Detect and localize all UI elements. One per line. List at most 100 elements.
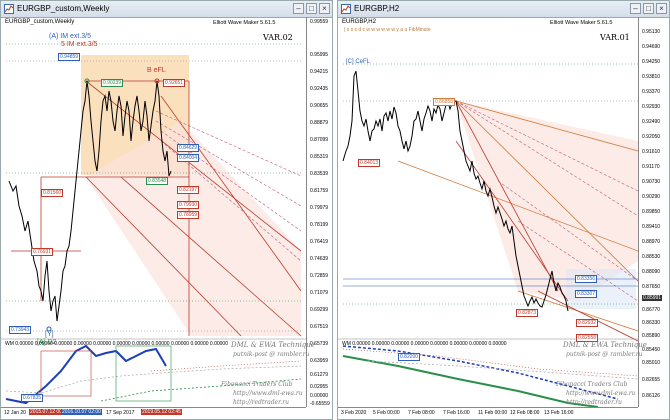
time-tick: 3 Feb 2020 <box>341 410 367 416</box>
level-box[interactable]: 0.78959 <box>177 211 200 219</box>
level-box[interactable]: 0.92651 <box>163 79 186 87</box>
watermark-title: DML & EWA Technique <box>563 341 647 349</box>
wave-label-y: [Y] <box>45 331 54 338</box>
watermark-club: Fibonacci Traders Club <box>221 381 293 388</box>
level-box[interactable]: 0.94859 <box>58 53 81 61</box>
price-tick: 0.89410 <box>642 224 661 230</box>
level-box[interactable]: 0.82197 <box>177 186 200 194</box>
price-tick: 0.92930 <box>642 104 661 110</box>
price-tick: 0.93810 <box>642 74 661 80</box>
price-tick: 0.92490 <box>642 119 661 125</box>
price-tick: 0.74639 <box>310 256 329 262</box>
price-tick: 0.82655 <box>642 377 661 383</box>
price-tick: 0.76419 <box>310 239 329 245</box>
price-tick: 0.79979 <box>310 205 329 211</box>
level-box[interactable]: 0.83307 <box>575 290 598 298</box>
price-tick: 0.81759 <box>310 188 329 194</box>
time-tick: 7 Feb 16:00 <box>443 410 470 416</box>
price-tick: 0.71079 <box>310 290 329 296</box>
price-tick: 0.95130 <box>642 29 661 35</box>
price-tick: 0.86770 <box>642 307 661 313</box>
time-axis: 3 Feb 2020 5 Feb 00:00 7 Feb 08:00 7 Feb… <box>338 407 638 419</box>
level-box[interactable]: 0.83548 <box>146 177 169 185</box>
price-tick: 0.72859 <box>310 273 329 279</box>
chart-window-weekly[interactable]: EURGBP_custom,Weekly – □ × EURGBP_custom… <box>0 0 333 420</box>
watermark-email: putnik-post @ rambler.ru <box>233 351 310 358</box>
price-tick: 0.94215 <box>310 69 329 75</box>
time-tick: 12 Jan 20 <box>4 410 26 416</box>
time-tick: 11 Feb 00:00 <box>478 410 508 416</box>
ewm-label: Elliott Wave Maker 5.61.5 <box>213 20 276 26</box>
price-tick: 0.90290 <box>642 194 661 200</box>
level-box[interactable]: 0.79930 <box>177 201 200 209</box>
wave-label-b: B eFL <box>147 67 166 74</box>
level-box[interactable]: 0.83356 <box>575 275 598 283</box>
price-tick: 0.85010 <box>642 360 661 366</box>
price-tick: -0.65559 <box>310 401 330 407</box>
level-box[interactable]: 0.86858 <box>433 98 456 106</box>
level-box[interactable]: 0.82873 <box>516 309 539 317</box>
price-tick: 0.87099 <box>310 137 329 143</box>
price-tick: 0.92050 <box>642 134 661 140</box>
price-tick: 0.91170 <box>642 164 660 170</box>
chart-window-h2[interactable]: EURGBP,H2 – □ × EURGBP,H2 | s s s d c w … <box>337 0 670 420</box>
wave-label-c: [C] CeFL <box>346 59 371 65</box>
price-tick: 0.94250 <box>642 59 661 65</box>
level-box[interactable]: 0.84013 <box>358 159 381 167</box>
time-highlight: 2019.05.12 02:45 <box>141 409 182 415</box>
watermark-title: DML & EWA Technique <box>231 341 315 349</box>
level-box[interactable]: 0.84629 <box>177 144 200 152</box>
level-box[interactable]: 0.67835 <box>21 394 44 402</box>
price-tick: 0.02955 <box>310 384 329 390</box>
price-tick: 0.63959 <box>310 358 329 364</box>
level-box[interactable]: 0.82200 <box>398 353 421 361</box>
wm-indicator-label: WM 0.00000 0.00000 0.00000 0.00000 0.000… <box>5 341 228 347</box>
watermark-url2: http://redtrader.ru <box>566 399 622 406</box>
level-box[interactable]: 0.82932 <box>576 319 599 327</box>
price-tick: 0.90730 <box>642 179 661 185</box>
time-tick: 5 Feb 00:00 <box>373 410 400 416</box>
price-tick: 0.94690 <box>642 44 661 50</box>
time-tick: 12 Feb 08:00 <box>510 410 540 416</box>
price-tick: 0.87650 <box>642 284 661 290</box>
time-axis: 12 Jan 20 2015.07.12 00:00 2016.10.07 02… <box>1 407 306 419</box>
price-tick: 0.00000 <box>310 393 329 399</box>
level-box[interactable]: 0.81560 <box>41 189 64 197</box>
price-tick: 0.69299 <box>310 307 329 313</box>
price-tick: 0.88879 <box>310 120 329 126</box>
price-tick: 0.93370 <box>642 89 661 95</box>
time-tick: 17 Sep 2017 <box>106 410 135 416</box>
time-tick: 13 Feb 16:00 <box>544 410 574 416</box>
wm-indicator-label: WM 0.00000 0.00000 0.00000 0.00000 0.000… <box>342 341 507 347</box>
price-tick: 0.89850 <box>642 209 661 215</box>
fibo-days-row: | s s s d c w w w w w w y a u FibMinute <box>344 27 431 33</box>
watermark-url1: http://www.dml-ewa.ru <box>566 390 636 397</box>
price-tick: 0.61279 <box>310 372 329 378</box>
price-tick: 0.67519 <box>310 324 329 330</box>
price-tick: 0.99559 <box>310 19 329 25</box>
watermark-email: putnik-post @ rambler.ru <box>566 351 643 358</box>
level-box[interactable]: 0.90239 <box>101 79 124 87</box>
ewm-label: Elliott Wave Maker 5.61.5 <box>550 20 613 26</box>
price-tick: 0.92435 <box>310 86 329 92</box>
var-label: VAR.02 <box>263 33 293 42</box>
price-tick: 0.78199 <box>310 222 329 228</box>
wave-label-a: (A) IM ext.3/5 <box>49 33 92 40</box>
watermark-url1: http://www.dml-ewa.ru <box>233 390 303 397</box>
level-box[interactable]: 0.84004 <box>177 154 200 162</box>
level-box[interactable]: 0.73943 <box>9 326 32 334</box>
time-tick: 7 Feb 08:00 <box>408 410 435 416</box>
watermark-url2: http://redtrader.ru <box>233 399 289 406</box>
price-tick: 0.86126 <box>642 393 661 399</box>
price-tick: 0.95995 <box>310 52 329 58</box>
current-price-tag: 0.85991 <box>642 295 663 301</box>
price-tick: 0.90655 <box>310 103 329 109</box>
price-tick: 0.88530 <box>642 254 661 260</box>
watermark-club: Fibonacci Traders Club <box>556 381 628 388</box>
price-tick: 0.85319 <box>310 154 329 160</box>
time-highlight: 2016.10.07 02:00 <box>61 409 102 415</box>
level-box[interactable]: 0.76931 <box>31 248 54 256</box>
price-tick: 0.88090 <box>642 269 661 275</box>
price-tick: 0.85890 <box>642 333 661 339</box>
price-tick: 0.83539 <box>310 171 329 177</box>
